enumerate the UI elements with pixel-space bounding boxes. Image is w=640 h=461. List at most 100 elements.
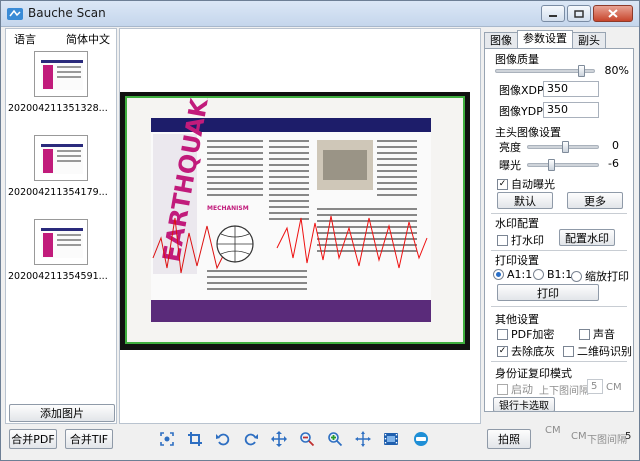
thumbnail-caption: 202004211351328... xyxy=(8,103,108,114)
default-button[interactable]: 默认 xyxy=(497,192,553,209)
thumbnail-image xyxy=(34,219,88,265)
merge-pdf-button[interactable]: 合并PDF xyxy=(9,429,57,449)
capture-button[interactable]: 拍照 xyxy=(487,429,531,449)
rotate-right-icon xyxy=(244,433,258,446)
tab-secondary-camera[interactable]: 副头 xyxy=(572,32,606,48)
window-title: Bauche Scan xyxy=(28,6,106,20)
film-icon xyxy=(384,433,398,445)
maximize-icon xyxy=(574,9,584,18)
print-settings-title: 打印设置 xyxy=(495,254,539,267)
divider xyxy=(491,306,627,307)
quality-value: 80% xyxy=(604,64,629,77)
tab-parameters[interactable]: 参数设置 xyxy=(517,30,573,48)
exposure-slider-handle[interactable] xyxy=(548,159,555,171)
preview-area[interactable]: EARTHQUAKE MECHANISM xyxy=(119,28,481,424)
thumbnail-item[interactable]: 202004211354591... xyxy=(6,219,116,295)
print-button[interactable]: 打印 xyxy=(497,284,599,301)
watermark-checkbox[interactable]: 打水印 xyxy=(497,232,544,248)
parameters-panel: 图像质量 80% 图像XDPI 350 图像YDPI 350 主头图像设置 亮度… xyxy=(484,48,634,412)
close-button[interactable] xyxy=(593,5,633,22)
xdpi-label: 图像XDPI xyxy=(499,84,547,97)
ocr-tool[interactable] xyxy=(411,429,431,449)
gap-input[interactable]: 5 xyxy=(587,379,603,394)
focus-frame-icon xyxy=(160,432,174,446)
remove-background-label: 去除底灰 xyxy=(511,345,555,358)
hint-unit: CM xyxy=(545,425,561,436)
configure-watermark-button[interactable]: 配置水印 xyxy=(559,229,615,246)
print-a1-label: A1:1 xyxy=(507,268,533,281)
id-copy-enable-checkbox[interactable]: 启动 xyxy=(497,381,533,397)
image-quality-title: 图像质量 xyxy=(495,53,539,66)
crop-tool[interactable] xyxy=(185,429,205,449)
rotate-right-tool[interactable] xyxy=(241,429,261,449)
thumbnail-image xyxy=(34,135,88,181)
crop-icon xyxy=(188,432,202,446)
auto-exposure-checkbox[interactable]: ✓ 自动曝光 xyxy=(497,176,555,192)
print-b1-label: B1:1 xyxy=(547,268,573,281)
divider xyxy=(491,361,627,362)
minimize-button[interactable] xyxy=(541,5,565,22)
remove-background-checkbox[interactable]: ✓ 去除底灰 xyxy=(497,343,555,359)
quality-slider-handle[interactable] xyxy=(578,65,585,77)
pdf-encrypt-label: PDF加密 xyxy=(511,328,555,341)
thumbnail-item[interactable]: 202004211351328... xyxy=(6,51,116,127)
ydpi-label: 图像YDPI xyxy=(499,105,547,118)
quality-slider[interactable] xyxy=(495,65,595,77)
zoom-out-tool[interactable] xyxy=(297,429,317,449)
select-area-tool[interactable] xyxy=(157,429,177,449)
pdf-encrypt-checkbox[interactable]: PDF加密 xyxy=(497,326,554,342)
xdpi-input[interactable]: 350 xyxy=(543,81,599,97)
brightness-value: 0 xyxy=(612,139,619,152)
gap-label: 上下图间隔 xyxy=(539,386,589,397)
app-logo-icon xyxy=(7,8,23,20)
id-copy-enable-label: 启动 xyxy=(511,383,533,396)
minimize-icon xyxy=(549,14,557,17)
auto-exposure-label: 自动曝光 xyxy=(511,178,555,191)
bank-card-select-button[interactable]: 银行卡选取 xyxy=(493,397,555,411)
checkmark-icon: ✓ xyxy=(497,178,508,190)
watermark-title: 水印配置 xyxy=(495,217,539,230)
exposure-slider[interactable] xyxy=(527,159,599,171)
id-copy-mode-title: 身份证复印模式 xyxy=(495,367,572,380)
fit-view-tool[interactable] xyxy=(353,429,373,449)
print-scale-label: 缩放打印 xyxy=(585,270,629,283)
qr-code-checkbox[interactable]: 二维码识别 xyxy=(563,343,632,359)
settings-tabs: 图像 参数设置 副头 xyxy=(484,30,606,48)
checkmark-icon: ✓ xyxy=(497,345,508,357)
add-image-button[interactable]: 添加图片 xyxy=(9,404,115,422)
divider xyxy=(491,213,627,214)
settings-panel: 图像 参数设置 副头 图像质量 80% 图像XDPI 350 图像YDPI 35… xyxy=(484,28,637,424)
print-a1-radio[interactable]: A1:1 xyxy=(493,268,532,281)
hint-unit: CM xyxy=(571,431,587,442)
brightness-slider-handle[interactable] xyxy=(562,141,569,153)
thumbnail-item[interactable]: 202004211354179... xyxy=(6,135,116,211)
brightness-slider[interactable] xyxy=(527,141,599,153)
zoom-in-tool[interactable] xyxy=(325,429,345,449)
print-scale-radio[interactable]: 缩放打印 xyxy=(571,268,629,284)
move-tool[interactable] xyxy=(269,429,289,449)
exposure-value: -6 xyxy=(608,157,619,170)
more-button[interactable]: 更多 xyxy=(567,192,623,209)
sound-checkbox[interactable]: 声音 xyxy=(579,326,615,342)
expand-arrows-icon xyxy=(355,431,371,447)
zoom-in-icon xyxy=(328,432,343,447)
close-icon xyxy=(608,9,618,18)
title-bar[interactable]: Bauche Scan xyxy=(1,1,639,27)
move-arrows-icon xyxy=(271,431,287,447)
thumbnail-caption: 202004211354591... xyxy=(8,271,108,282)
rotate-left-tool[interactable] xyxy=(213,429,233,449)
print-b1-radio[interactable]: B1:1 xyxy=(533,268,572,281)
other-settings-title: 其他设置 xyxy=(495,313,539,326)
tab-image[interactable]: 图像 xyxy=(484,32,518,48)
thumbnail-image xyxy=(34,51,88,97)
qr-code-label: 二维码识别 xyxy=(577,345,632,358)
zoom-out-icon xyxy=(300,432,315,447)
merge-tif-button[interactable]: 合并TIF xyxy=(65,429,113,449)
maximize-button[interactable] xyxy=(567,5,591,22)
sound-label: 声音 xyxy=(593,328,615,341)
ydpi-input[interactable]: 350 xyxy=(543,102,599,118)
divider xyxy=(491,250,627,251)
video-tool[interactable] xyxy=(381,429,401,449)
scanned-page: EARTHQUAKE MECHANISM xyxy=(125,80,465,344)
thumbnail-caption: 202004211354179... xyxy=(8,187,108,198)
